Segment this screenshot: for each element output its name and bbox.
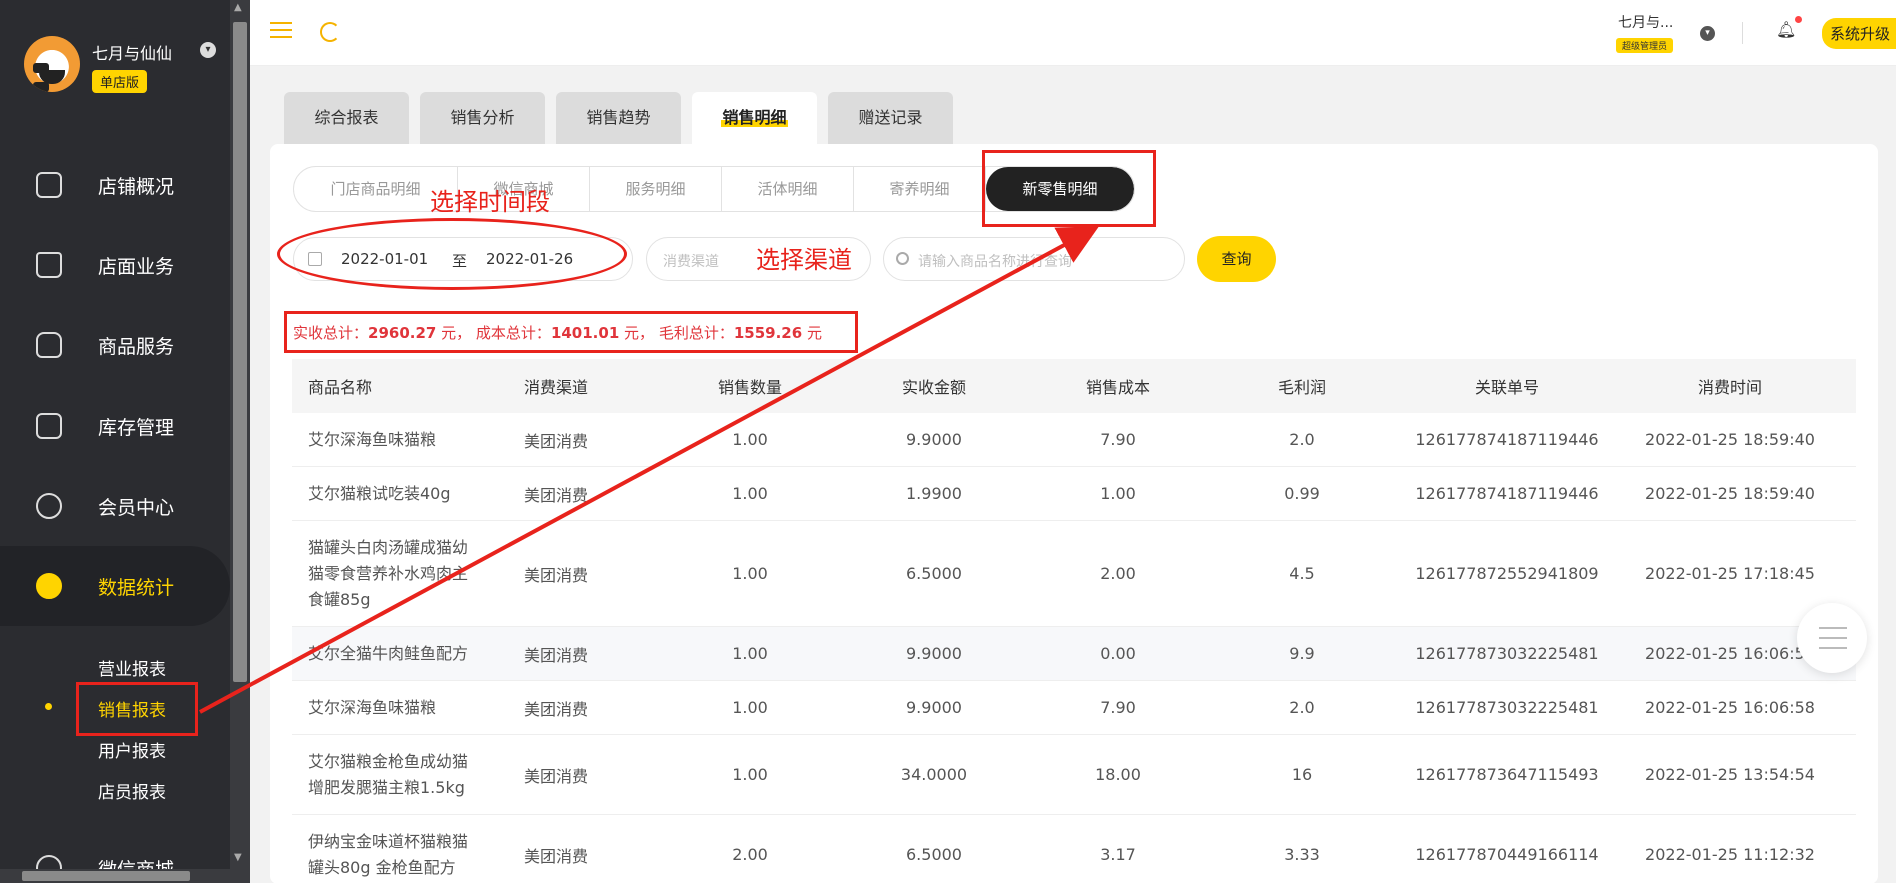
annotation-arrow xyxy=(199,226,1100,714)
